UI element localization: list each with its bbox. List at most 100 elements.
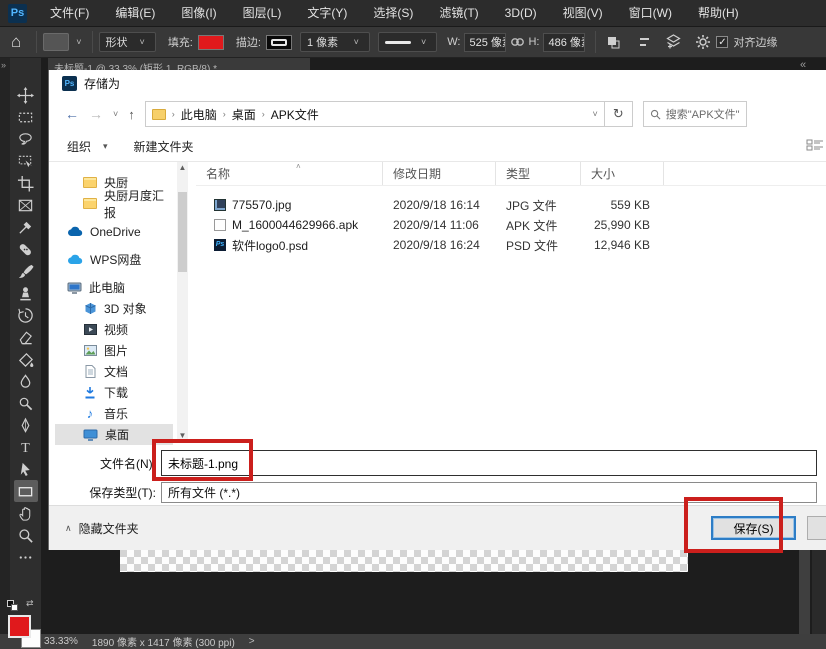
path-arrangement-icon[interactable] xyxy=(662,31,684,53)
menu-file[interactable]: 文件(F) xyxy=(37,0,102,27)
stroke-type-select[interactable]: ˅ xyxy=(378,32,437,52)
lasso-tool[interactable] xyxy=(14,128,38,150)
path-operations-icon[interactable] xyxy=(602,31,624,53)
tree-item-downloads[interactable]: 下载 xyxy=(55,382,173,403)
home-icon[interactable]: ⌂ xyxy=(11,32,21,52)
save-button[interactable]: 保存(S) xyxy=(711,516,796,540)
filename-input[interactable] xyxy=(161,450,817,476)
file-row[interactable]: 775570.jpg 2020/9/18 16:14 JPG 文件 559 KB xyxy=(196,196,826,214)
document-tab[interactable]: 未标题-1 @ 33.3% (矩形 1, RGB/8) * xyxy=(48,58,310,70)
gear-icon[interactable] xyxy=(692,31,714,53)
tree-item-documents[interactable]: 文档 xyxy=(55,361,173,382)
column-size[interactable]: 大小 xyxy=(581,162,664,185)
tree-item-this-pc[interactable]: 此电脑 xyxy=(55,277,173,298)
menu-type[interactable]: 文字(Y) xyxy=(294,0,360,27)
psd-file-icon: Ps xyxy=(214,239,226,251)
forward-icon[interactable]: → xyxy=(89,106,103,122)
link-dimensions-icon[interactable] xyxy=(506,31,528,53)
column-name[interactable]: 名称 xyxy=(196,162,383,185)
menu-window[interactable]: 窗口(W) xyxy=(616,0,685,27)
cancel-button[interactable] xyxy=(807,516,826,540)
object-selection-tool[interactable] xyxy=(14,150,38,172)
rectangular-marquee-tool[interactable] xyxy=(14,106,38,128)
swap-colors-icon[interactable]: ⇄ xyxy=(26,598,34,609)
breadcrumb-apk-folder[interactable]: APK文件 xyxy=(271,106,319,123)
address-bar[interactable]: › 此电脑 › 桌面 › APK文件 ˅ xyxy=(145,101,605,127)
back-icon[interactable]: ← xyxy=(65,106,79,122)
menu-help[interactable]: 帮助(H) xyxy=(685,0,752,27)
scrollbar-thumb[interactable] xyxy=(178,192,187,272)
menu-layer[interactable]: 图层(L) xyxy=(230,0,295,27)
menu-select[interactable]: 选择(S) xyxy=(360,0,426,27)
column-type[interactable]: 类型 xyxy=(496,162,581,185)
tree-item-desktop[interactable]: 桌面 xyxy=(55,424,173,445)
expand-toolbar-icon[interactable]: » xyxy=(1,60,6,70)
spot-healing-brush-tool[interactable] xyxy=(14,238,38,260)
tree-item-folder-2[interactable]: 央厨月度汇报 xyxy=(55,193,173,214)
history-brush-tool[interactable] xyxy=(14,304,38,326)
menu-filter[interactable]: 滤镜(T) xyxy=(426,0,491,27)
eyedropper-tool[interactable] xyxy=(14,216,38,238)
chevron-down-icon[interactable]: ˅ xyxy=(593,109,598,119)
tree-item-videos[interactable]: 视频 xyxy=(55,319,173,340)
tree-item-wps-cloud[interactable]: WPS网盘 xyxy=(55,249,173,270)
details-view-icon[interactable] xyxy=(806,139,824,158)
scroll-up-icon[interactable]: ▲ xyxy=(177,162,188,174)
refresh-icon[interactable]: ↻ xyxy=(605,101,633,127)
rectangle-tool[interactable] xyxy=(14,480,38,502)
crop-tool[interactable] xyxy=(14,172,38,194)
organize-button[interactable]: 组织 xyxy=(67,138,91,155)
menu-view[interactable]: 视图(V) xyxy=(550,0,616,27)
breadcrumb-desktop[interactable]: 桌面 xyxy=(232,106,256,123)
align-edges-checkbox[interactable]: ✓ xyxy=(716,36,728,48)
recent-locations-chevron-icon[interactable]: ˅ xyxy=(113,109,118,119)
search-input[interactable]: 搜索"APK文件" xyxy=(643,101,747,127)
zoom-tool[interactable] xyxy=(14,524,38,546)
zoom-level[interactable]: 33.33% xyxy=(44,636,78,647)
tree-item-3d-objects[interactable]: 3D 对象 xyxy=(55,298,173,319)
dodge-tool[interactable] xyxy=(14,392,38,414)
clone-stamp-tool[interactable] xyxy=(14,282,38,304)
more-tools-icon[interactable] xyxy=(14,546,38,568)
path-alignment-icon[interactable] xyxy=(632,31,654,53)
tree-scrollbar[interactable]: ▲ ▼ xyxy=(177,162,188,442)
paint-bucket-tool[interactable] xyxy=(14,348,38,370)
shape-height-field[interactable]: 486 像素 xyxy=(543,33,585,52)
brush-tool[interactable] xyxy=(14,260,38,282)
default-colors-icon[interactable]: ⇄ xyxy=(7,600,37,613)
scroll-down-icon[interactable]: ▼ xyxy=(177,430,188,442)
tree-item-music[interactable]: ♪音乐 xyxy=(55,403,173,424)
dialog-title-bar[interactable]: Ps 存储为 xyxy=(49,70,826,96)
chevron-down-icon[interactable]: ˅ xyxy=(76,37,81,47)
file-row[interactable]: M_1600044629966.apk 2020/9/14 11:06 APK … xyxy=(196,216,826,234)
foreground-color-swatch[interactable] xyxy=(8,615,31,638)
tree-item-pictures[interactable]: 图片 xyxy=(55,340,173,361)
move-tool[interactable] xyxy=(14,84,38,106)
tree-item-onedrive[interactable]: OneDrive xyxy=(55,221,173,242)
hide-folders-button[interactable]: ∧ 隐藏文件夹 xyxy=(65,520,139,537)
tool-preset-icon[interactable] xyxy=(43,33,69,51)
pen-tool[interactable] xyxy=(14,414,38,436)
file-row[interactable]: Ps软件logo0.psd 2020/9/18 16:24 PSD 文件 12,… xyxy=(196,236,826,254)
frame-tool[interactable] xyxy=(14,194,38,216)
hand-tool[interactable] xyxy=(14,502,38,524)
menu-3d[interactable]: 3D(D) xyxy=(492,0,550,27)
up-icon[interactable]: ↑ xyxy=(128,107,135,122)
fill-color-swatch[interactable] xyxy=(198,35,224,50)
menu-edit[interactable]: 编辑(E) xyxy=(102,0,168,27)
savetype-select[interactable]: 所有文件 (*.*) xyxy=(161,482,817,503)
type-tool[interactable]: T xyxy=(14,436,38,458)
stroke-width-select[interactable]: 1 像素 ˅ xyxy=(300,32,370,52)
column-date-modified[interactable]: 修改日期 xyxy=(383,162,496,185)
status-chevron-icon[interactable]: > xyxy=(249,636,255,647)
new-folder-button[interactable]: 新建文件夹 xyxy=(134,138,194,155)
stroke-color-swatch[interactable] xyxy=(266,35,292,50)
path-selection-tool[interactable] xyxy=(14,458,38,480)
video-icon xyxy=(83,324,97,335)
eraser-tool[interactable] xyxy=(14,326,38,348)
breadcrumb-this-pc[interactable]: 此电脑 xyxy=(181,106,217,123)
menu-image[interactable]: 图像(I) xyxy=(168,0,229,27)
shape-mode-select[interactable]: 形状 ˅ xyxy=(99,32,156,52)
shape-width-field[interactable]: 525 像素 xyxy=(464,33,506,52)
blur-tool[interactable] xyxy=(14,370,38,392)
